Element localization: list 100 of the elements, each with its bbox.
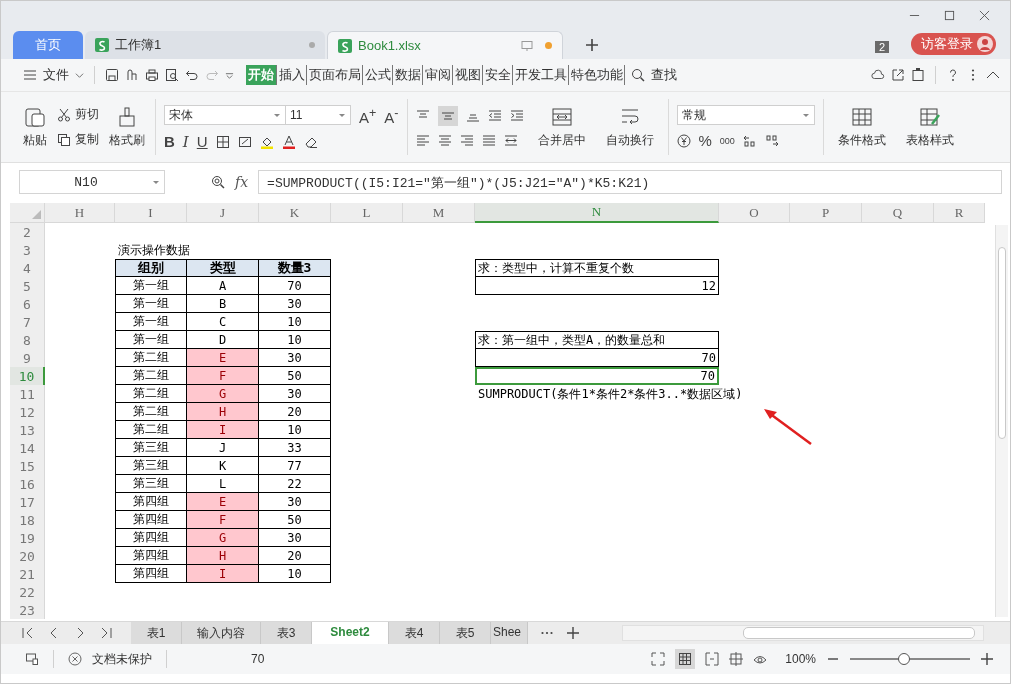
name-box[interactable]: N10	[19, 170, 165, 194]
cell-style-icon[interactable]	[237, 134, 252, 149]
document-tab[interactable]: Book1.xlsx	[327, 31, 563, 59]
column-header[interactable]: O	[719, 203, 790, 223]
distribute-icon[interactable]	[503, 134, 518, 148]
row-header[interactable]: 4	[10, 259, 45, 277]
protection-status[interactable]: 文档未保护	[92, 650, 152, 668]
decrease-font-button[interactable]: A$^{-}$	[384, 104, 399, 126]
document-tab[interactable]: 工作簿1	[85, 31, 325, 59]
chevron-down-icon[interactable]	[75, 70, 84, 80]
row-header[interactable]: 15	[10, 457, 45, 475]
vertical-scrollbar[interactable]	[995, 225, 1008, 617]
column-header[interactable]: P	[790, 203, 862, 223]
align-middle-icon[interactable]	[437, 106, 458, 126]
row-header[interactable]: 22	[10, 583, 45, 601]
normal-view-icon[interactable]	[675, 649, 696, 669]
row-header[interactable]: 8	[10, 331, 45, 349]
maximize-icon[interactable]	[944, 9, 955, 21]
row-header[interactable]: 20	[10, 547, 45, 565]
save-icon[interactable]	[105, 68, 119, 82]
formula-input[interactable]: =SUMPRODUCT((I5:I21="第一组")*(J5:J21="A")*K5:K21)	[258, 170, 1002, 194]
increase-decimal-icon[interactable]	[742, 134, 757, 148]
font-dropdown[interactable]: 宋体	[164, 105, 286, 125]
underline-button[interactable]: U	[196, 133, 208, 150]
table-style-button[interactable]: 表格样式	[899, 103, 960, 151]
row-header[interactable]: 9	[10, 349, 45, 367]
sheet-tab[interactable]: Shee	[491, 621, 528, 645]
print-preview-icon[interactable]	[165, 68, 179, 82]
first-sheet-icon[interactable]	[21, 626, 35, 640]
italic-button[interactable]: I	[182, 133, 189, 150]
clipboard-icon[interactable]	[911, 68, 925, 82]
sheet-tab[interactable]: Sheet2	[312, 621, 389, 645]
row-header[interactable]: 6	[10, 295, 45, 313]
row-header[interactable]: 14	[10, 439, 45, 457]
column-header[interactable]: R	[934, 203, 985, 223]
search-link[interactable]: 查找	[651, 66, 677, 84]
share-icon[interactable]	[891, 68, 905, 82]
sheet-tab[interactable]: 表4	[389, 621, 440, 645]
row-header[interactable]: 16	[10, 475, 45, 493]
thousands-button[interactable]: 000	[719, 133, 735, 149]
monitor-icon[interactable]	[521, 39, 533, 52]
zoom-level[interactable]: 100%	[785, 652, 816, 666]
ribbon-tab[interactable]: 开发工具	[514, 65, 569, 85]
sheet-tab[interactable]: 表3	[261, 621, 312, 645]
ribbon-tab[interactable]: 页面布局	[308, 65, 363, 85]
copy-button[interactable]: 复制	[57, 131, 99, 148]
ribbon-tab[interactable]: 安全	[484, 65, 513, 85]
border-icon[interactable]	[215, 134, 230, 149]
font-size-dropdown[interactable]: 11	[285, 105, 351, 125]
row-header[interactable]: 12	[10, 403, 45, 421]
zoom-in-icon[interactable]	[980, 652, 994, 666]
dropdown-icon[interactable]	[225, 70, 234, 80]
font-color-icon[interactable]	[281, 134, 296, 149]
outdent-icon[interactable]	[487, 109, 502, 123]
row-header[interactable]: 19	[10, 529, 45, 547]
column-header[interactable]: N	[475, 203, 719, 223]
column-header[interactable]: Q	[862, 203, 934, 223]
row-header[interactable]: 17	[10, 493, 45, 511]
row-header[interactable]: 5	[10, 277, 45, 295]
table-cell[interactable]: 12	[475, 277, 719, 295]
ribbon-tab[interactable]: 特色功能	[570, 65, 625, 85]
freeze-icon[interactable]	[729, 652, 744, 666]
new-tab-icon[interactable]	[585, 38, 599, 52]
row-header[interactable]: 18	[10, 511, 45, 529]
file-menu[interactable]: 文件	[43, 66, 69, 84]
row-header[interactable]: 2	[10, 223, 45, 241]
add-sheet-icon[interactable]	[566, 626, 580, 640]
row-header[interactable]: 23	[10, 601, 45, 619]
login-button[interactable]: 访客登录	[911, 33, 996, 55]
row-header[interactable]: 11	[10, 385, 45, 403]
ribbon-tab[interactable]: 插入	[278, 65, 307, 85]
horizontal-scrollbar[interactable]	[622, 625, 984, 641]
cloud-icon[interactable]	[871, 68, 885, 82]
print-icon[interactable]	[145, 68, 159, 82]
cut-button[interactable]: 剪切	[57, 106, 99, 123]
bold-button[interactable]: B	[164, 133, 175, 150]
merge-center-button[interactable]: 合并居中	[531, 103, 592, 151]
column-header[interactable]: J	[187, 203, 259, 223]
row-header[interactable]: 21	[10, 565, 45, 583]
column-header[interactable]: K	[259, 203, 331, 223]
row-header[interactable]: 7	[10, 313, 45, 331]
ribbon-tab[interactable]: 视图	[454, 65, 483, 85]
column-header[interactable]: I	[115, 203, 187, 223]
slider-thumb[interactable]	[898, 653, 910, 665]
row-header[interactable]: 10	[10, 367, 45, 385]
ribbon-tab[interactable]: 公式	[364, 65, 393, 85]
currency-icon[interactable]	[676, 134, 691, 148]
close-icon[interactable]	[979, 9, 990, 21]
row-header[interactable]: 3	[10, 241, 45, 259]
window-count-badge[interactable]: 2	[874, 41, 889, 53]
percent-button[interactable]: %	[698, 133, 712, 149]
format-painter-button[interactable]: 格式刷	[107, 103, 147, 151]
last-sheet-icon[interactable]	[99, 626, 113, 640]
device-icon[interactable]	[25, 652, 39, 666]
increase-font-button[interactable]: A$^{+}$	[359, 104, 377, 126]
ribbon-tab[interactable]: 数据	[394, 65, 423, 85]
row-header[interactable]: 13	[10, 421, 45, 439]
column-header[interactable]: L	[331, 203, 403, 223]
column-header[interactable]: M	[403, 203, 475, 223]
paste-button[interactable]: 粘贴	[21, 103, 49, 151]
